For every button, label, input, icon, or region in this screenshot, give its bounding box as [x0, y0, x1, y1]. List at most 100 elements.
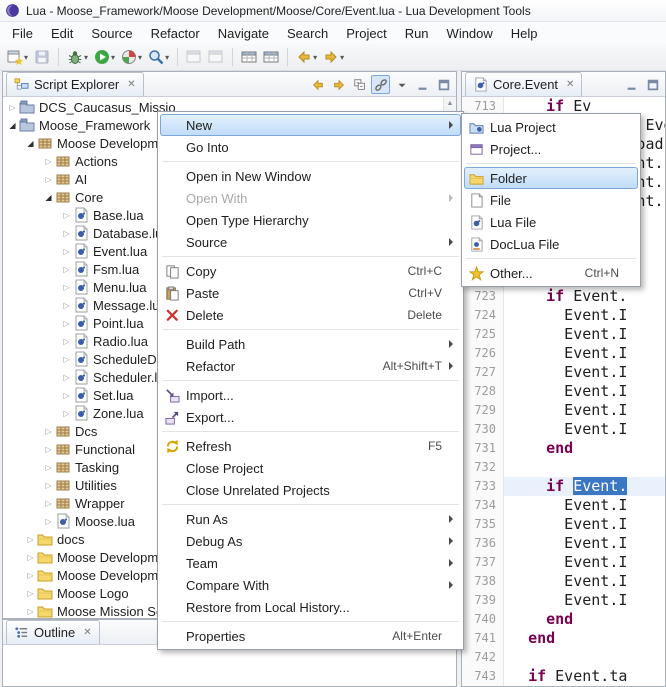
new-submenu-item-project[interactable]: Project... — [464, 138, 638, 160]
collapsed-arrow-icon[interactable]: ▷ — [61, 283, 72, 292]
collapsed-arrow-icon[interactable]: ▷ — [61, 211, 72, 220]
code-text[interactable]: Event.I — [504, 363, 665, 382]
code-text[interactable]: end — [504, 629, 665, 648]
code-line-727[interactable]: 727 Event.I — [462, 363, 665, 382]
minimize-view-button[interactable] — [413, 75, 432, 94]
dropdown-arrow-icon[interactable]: ▾ — [111, 53, 115, 62]
code-text[interactable]: Event.I — [504, 325, 665, 344]
expanded-arrow-icon[interactable]: ◢ — [43, 193, 54, 202]
context-menu-item-refactor[interactable]: RefactorAlt+Shift+T — [160, 355, 461, 377]
code-text[interactable]: Event.I — [504, 306, 665, 325]
code-line-737[interactable]: 737 Event.I — [462, 553, 665, 572]
collapsed-arrow-icon[interactable]: ▷ — [25, 553, 36, 562]
search-button[interactable]: ▾ — [146, 46, 171, 68]
collapsed-arrow-icon[interactable]: ▷ — [43, 427, 54, 436]
nav-back-button[interactable] — [308, 75, 327, 94]
collapsed-arrow-icon[interactable]: ▷ — [61, 247, 72, 256]
collapsed-arrow-icon[interactable]: ▷ — [61, 355, 72, 364]
collapsed-arrow-icon[interactable]: ▷ — [61, 391, 72, 400]
code-line-743[interactable]: 743 if Event.ta — [462, 667, 665, 686]
code-line-740[interactable]: 740 end — [462, 610, 665, 629]
code-line-741[interactable]: 741 end — [462, 629, 665, 648]
collapsed-arrow-icon[interactable]: ▷ — [43, 445, 54, 454]
code-line-742[interactable]: 742 — [462, 648, 665, 667]
context-menu-item-restore-from-local-history[interactable]: Restore from Local History... — [160, 596, 461, 618]
collapsed-arrow-icon[interactable]: ▷ — [25, 571, 36, 580]
collapsed-arrow-icon[interactable]: ▷ — [43, 463, 54, 472]
code-line-726[interactable]: 726 Event.I — [462, 344, 665, 363]
context-menu-item-delete[interactable]: DeleteDelete — [160, 304, 461, 326]
context-menu-item-new[interactable]: New — [160, 114, 461, 136]
line-number[interactable]: 729 — [462, 401, 504, 420]
new-snippet-button[interactable] — [239, 46, 259, 68]
code-text[interactable]: Event.I — [504, 401, 665, 420]
code-text[interactable]: Event.I — [504, 382, 665, 401]
line-number[interactable]: 730 — [462, 420, 504, 439]
collapsed-arrow-icon[interactable]: ▷ — [61, 409, 72, 418]
code-text[interactable] — [504, 648, 665, 667]
context-menu-item-import[interactable]: Import... — [160, 384, 461, 406]
collapsed-arrow-icon[interactable]: ▷ — [61, 373, 72, 382]
dropdown-arrow-icon[interactable]: ▾ — [138, 53, 142, 62]
menu-edit[interactable]: Edit — [42, 23, 82, 44]
menu-run[interactable]: Run — [396, 23, 438, 44]
context-menu-item-compare-with[interactable]: Compare With — [160, 574, 461, 596]
menu-navigate[interactable]: Navigate — [209, 23, 278, 44]
new-submenu-item-other[interactable]: Other...Ctrl+N — [464, 262, 638, 284]
code-line-738[interactable]: 738 Event.I — [462, 572, 665, 591]
new-submenu-item-lua-project[interactable]: Lua Project — [464, 116, 638, 138]
code-line-724[interactable]: 724 Event.I — [462, 306, 665, 325]
run-button[interactable]: ▾ — [92, 46, 117, 68]
view-menu-button[interactable] — [392, 75, 411, 94]
close-icon[interactable]: ✕ — [566, 79, 574, 90]
code-line-730[interactable]: 730 Event.I — [462, 420, 665, 439]
line-number[interactable]: 740 — [462, 610, 504, 629]
line-number[interactable]: 733 — [462, 477, 504, 496]
back-button[interactable]: ▾ — [294, 46, 319, 68]
new-wizard-button[interactable]: ▾ — [5, 46, 30, 68]
menu-help[interactable]: Help — [502, 23, 547, 44]
context-menu-item-properties[interactable]: PropertiesAlt+Enter — [160, 625, 461, 647]
code-line-723[interactable]: 723 if Event. — [462, 287, 665, 306]
context-menu-item-go-into[interactable]: Go Into — [160, 136, 461, 158]
line-number[interactable]: 723 — [462, 287, 504, 306]
code-line-733[interactable]: 733 if Event. — [462, 477, 665, 496]
code-text[interactable]: if Event. — [504, 477, 665, 496]
code-line-736[interactable]: 736 Event.I — [462, 534, 665, 553]
line-number[interactable]: 735 — [462, 515, 504, 534]
line-number[interactable]: 731 — [462, 439, 504, 458]
code-text[interactable] — [504, 458, 665, 477]
new-submenu-item-doclua-file[interactable]: DocLua File — [464, 233, 638, 255]
code-text[interactable]: if Event.ta — [504, 667, 665, 686]
dropdown-arrow-icon[interactable]: ▾ — [165, 53, 169, 62]
code-text[interactable]: Event.I — [504, 553, 665, 572]
line-number[interactable]: 726 — [462, 344, 504, 363]
close-icon[interactable]: ✕ — [127, 79, 135, 90]
link-with-editor-toggle[interactable] — [371, 75, 390, 94]
collapsed-arrow-icon[interactable]: ▷ — [25, 607, 36, 616]
line-number[interactable]: 742 — [462, 648, 504, 667]
code-line-728[interactable]: 728 Event.I — [462, 382, 665, 401]
code-text[interactable]: Event.I — [504, 572, 665, 591]
mark-occurrences-button[interactable] — [261, 46, 281, 68]
collapsed-arrow-icon[interactable]: ▷ — [43, 481, 54, 490]
editor-minimize-button[interactable] — [622, 75, 641, 94]
tab-script-explorer[interactable]: Script Explorer ✕ — [6, 72, 144, 96]
context-menu-item-export[interactable]: Export... — [160, 406, 461, 428]
dropdown-arrow-icon[interactable]: ▾ — [24, 53, 28, 62]
close-icon[interactable]: ✕ — [83, 627, 91, 638]
code-line-731[interactable]: 731 end — [462, 439, 665, 458]
new-submenu-item-lua-file[interactable]: Lua File — [464, 211, 638, 233]
new-submenu-item-folder[interactable]: Folder — [464, 167, 638, 189]
context-menu-item-team[interactable]: Team — [160, 552, 461, 574]
collapsed-arrow-icon[interactable]: ▷ — [61, 301, 72, 310]
line-number[interactable]: 727 — [462, 363, 504, 382]
line-number[interactable]: 725 — [462, 325, 504, 344]
line-number[interactable]: 739 — [462, 591, 504, 610]
collapsed-arrow-icon[interactable]: ▷ — [43, 157, 54, 166]
nav-forward-button[interactable] — [329, 75, 348, 94]
context-menu-item-source[interactable]: Source — [160, 231, 461, 253]
menu-source[interactable]: Source — [82, 23, 141, 44]
collapsed-arrow-icon[interactable]: ▷ — [61, 229, 72, 238]
code-line-732[interactable]: 732 — [462, 458, 665, 477]
